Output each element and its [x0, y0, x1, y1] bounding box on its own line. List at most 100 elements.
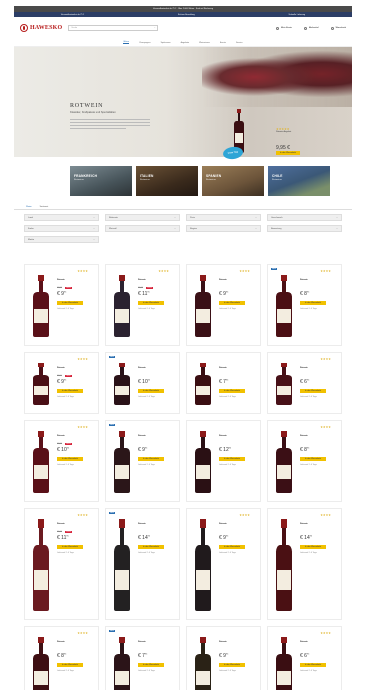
product-name[interactable]: Rotwein: [138, 435, 175, 437]
product-name[interactable]: Rotwein: [300, 367, 337, 369]
product-bottle-image[interactable]: [112, 275, 132, 337]
product-card[interactable]: ★★★★Rotwein0€ 695In den WarenkorbLieferz…: [267, 626, 342, 690]
product-card[interactable]: ★★★★Rotwein0€ 895In den WarenkorbLieferz…: [24, 626, 99, 690]
add-to-cart-button[interactable]: In den Warenkorb: [57, 545, 83, 549]
product-name[interactable]: Rotwein: [300, 523, 337, 525]
product-name[interactable]: Rotwein: [57, 367, 94, 369]
search-input[interactable]: Suche ⌕: [68, 25, 159, 31]
product-bottle-image[interactable]: [274, 431, 294, 493]
product-bottle-image[interactable]: [112, 363, 132, 405]
product-bottle-image[interactable]: [193, 431, 213, 493]
add-to-cart-button[interactable]: In den Warenkorb: [138, 663, 164, 667]
add-to-cart-button[interactable]: In den Warenkorb: [57, 457, 83, 461]
product-bottle-image[interactable]: [31, 637, 51, 690]
tab-sortiment[interactable]: Sortiment: [40, 206, 49, 208]
add-to-cart-button[interactable]: In den Warenkorb: [300, 663, 326, 667]
filter-dropdown[interactable]: Farbe ⌄: [24, 225, 99, 232]
search-icon[interactable]: ⌕: [154, 27, 155, 29]
product-bottle-image[interactable]: [112, 431, 132, 493]
product-bottle-image[interactable]: [274, 519, 294, 611]
hero-add-to-cart-button[interactable]: In den Warenkorb: [276, 151, 300, 155]
nav-item[interactable]: Angebote: [181, 42, 190, 44]
filter-dropdown[interactable]: Region ⌄: [186, 225, 261, 232]
filter-dropdown[interactable]: Bewertung ⌄: [267, 225, 342, 232]
add-to-cart-button[interactable]: In den Warenkorb: [57, 389, 83, 393]
filter-dropdown[interactable]: Geschmack ⌄: [267, 214, 342, 221]
product-name[interactable]: Rotwein: [138, 523, 175, 525]
product-card[interactable]: ★★★★Rotwein0€ 995In den WarenkorbLieferz…: [186, 508, 261, 620]
add-to-cart-button[interactable]: In den Warenkorb: [138, 457, 164, 461]
add-to-cart-button[interactable]: In den Warenkorb: [219, 301, 245, 305]
region-tile-chile[interactable]: CHILE Rotweine: [268, 166, 330, 196]
add-to-cart-button[interactable]: In den Warenkorb: [300, 389, 326, 393]
product-card[interactable]: ★★★★ Rotwein 14,90 -25% € 1195 In den Warenko…: [105, 264, 180, 346]
add-to-cart-button[interactable]: In den Warenkorb: [57, 301, 83, 305]
product-name[interactable]: Rotwein: [57, 435, 94, 437]
product-bottle-image[interactable]: [193, 519, 213, 611]
nav-item[interactable]: Weine: [123, 41, 130, 44]
product-bottle-image[interactable]: [274, 637, 294, 690]
product-name[interactable]: Rotwein: [57, 523, 94, 525]
add-to-cart-button[interactable]: In den Warenkorb: [138, 389, 164, 393]
product-card[interactable]: ★★★★Rotwein0€ 1495In den WarenkorbLiefer…: [267, 508, 342, 620]
product-name[interactable]: Rotwein: [300, 641, 337, 643]
add-to-cart-button[interactable]: In den Warenkorb: [300, 301, 326, 305]
product-name[interactable]: Rotwein: [300, 435, 337, 437]
product-card[interactable]: NEURotwein0€ 1495In den WarenkorbLieferz…: [105, 508, 180, 620]
product-bottle-image[interactable]: [274, 363, 294, 405]
add-to-cart-button[interactable]: In den Warenkorb: [219, 545, 245, 549]
product-bottle-image[interactable]: [193, 637, 213, 690]
product-card[interactable]: ★★★★ Rotwein 13,90 -20% € 1095 In den Warenko…: [24, 420, 99, 502]
product-bottle-image[interactable]: [112, 637, 132, 690]
nav-item[interactable]: Champagner: [139, 42, 151, 44]
product-name[interactable]: Rotwein: [219, 367, 256, 369]
nav-item[interactable]: Weinwissen: [199, 42, 210, 44]
nav-item[interactable]: Spirituosen: [161, 42, 171, 44]
filter-dropdown[interactable]: Land ⌄: [24, 214, 99, 221]
add-to-cart-button[interactable]: In den Warenkorb: [219, 663, 245, 667]
product-bottle-image[interactable]: [193, 363, 213, 405]
product-card[interactable]: ★★★★Rotwein0€ 995In den WarenkorbLieferz…: [186, 264, 261, 346]
region-tile-spain[interactable]: SPANIEN Rotweine: [202, 166, 264, 196]
product-bottle-image[interactable]: [31, 431, 51, 493]
add-to-cart-button[interactable]: In den Warenkorb: [138, 545, 164, 549]
product-bottle-image[interactable]: [274, 275, 294, 337]
product-name[interactable]: Rotwein: [219, 279, 256, 281]
add-to-cart-button[interactable]: In den Warenkorb: [300, 457, 326, 461]
add-to-cart-button[interactable]: In den Warenkorb: [219, 389, 245, 393]
product-card[interactable]: Rotwein0€ 995In den WarenkorbLieferzeit …: [186, 626, 261, 690]
product-bottle-image[interactable]: [112, 519, 132, 611]
tab-weine[interactable]: Weine: [26, 206, 32, 208]
product-name[interactable]: Rotwein: [138, 367, 175, 369]
product-card[interactable]: NEURotwein0€ 1095In den WarenkorbLieferz…: [105, 352, 180, 414]
filter-dropdown[interactable]: Marke ⌄: [24, 236, 99, 243]
product-name[interactable]: Rotwein: [219, 641, 256, 643]
product-name[interactable]: Rotwein: [57, 279, 94, 281]
add-to-cart-button[interactable]: In den Warenkorb: [57, 663, 83, 667]
product-name[interactable]: Rotwein: [300, 279, 337, 281]
account-link[interactable]: Mein Konto: [275, 26, 292, 30]
product-card[interactable]: Rotwein0€ 1295In den WarenkorbLieferzeit…: [186, 420, 261, 502]
nav-item[interactable]: Events: [220, 42, 226, 44]
product-card[interactable]: NEURotwein0€ 995In den WarenkorbLieferze…: [105, 420, 180, 502]
product-bottle-image[interactable]: [193, 275, 213, 337]
region-tile-italy[interactable]: ITALIEN Rotweine: [136, 166, 198, 196]
product-card[interactable]: ★★★★ Rotwein 11,90 -15% € 995 In den Warenkor…: [24, 352, 99, 414]
product-card[interactable]: ★★★★ Rotwein 12,90 -20% € 995 In den Warenkor…: [24, 264, 99, 346]
filter-dropdown[interactable]: Rebsorte ⌄: [105, 214, 180, 221]
add-to-cart-button[interactable]: In den Warenkorb: [300, 545, 326, 549]
product-name[interactable]: Rotwein: [138, 279, 175, 281]
nav-item[interactable]: Service: [236, 42, 243, 44]
product-name[interactable]: Rotwein: [219, 435, 256, 437]
cart-link[interactable]: Warenkorb: [330, 26, 346, 30]
product-card[interactable]: NEURotwein0€ 795In den WarenkorbLieferze…: [105, 626, 180, 690]
product-card[interactable]: ★★★★Rotwein0€ 695In den WarenkorbLieferz…: [267, 352, 342, 414]
product-name[interactable]: Rotwein: [219, 523, 256, 525]
product-card[interactable]: NEU★★★★Rotwein0€ 895In den WarenkorbLief…: [267, 264, 342, 346]
product-bottle-image[interactable]: [31, 363, 51, 405]
product-bottle-image[interactable]: [31, 275, 51, 337]
product-bottle-image[interactable]: [31, 519, 51, 611]
site-logo[interactable]: HAWESKO: [20, 24, 62, 32]
product-card[interactable]: ★★★★Rotwein0€ 895In den WarenkorbLieferz…: [267, 420, 342, 502]
filter-dropdown[interactable]: Preis ⌄: [186, 214, 261, 221]
